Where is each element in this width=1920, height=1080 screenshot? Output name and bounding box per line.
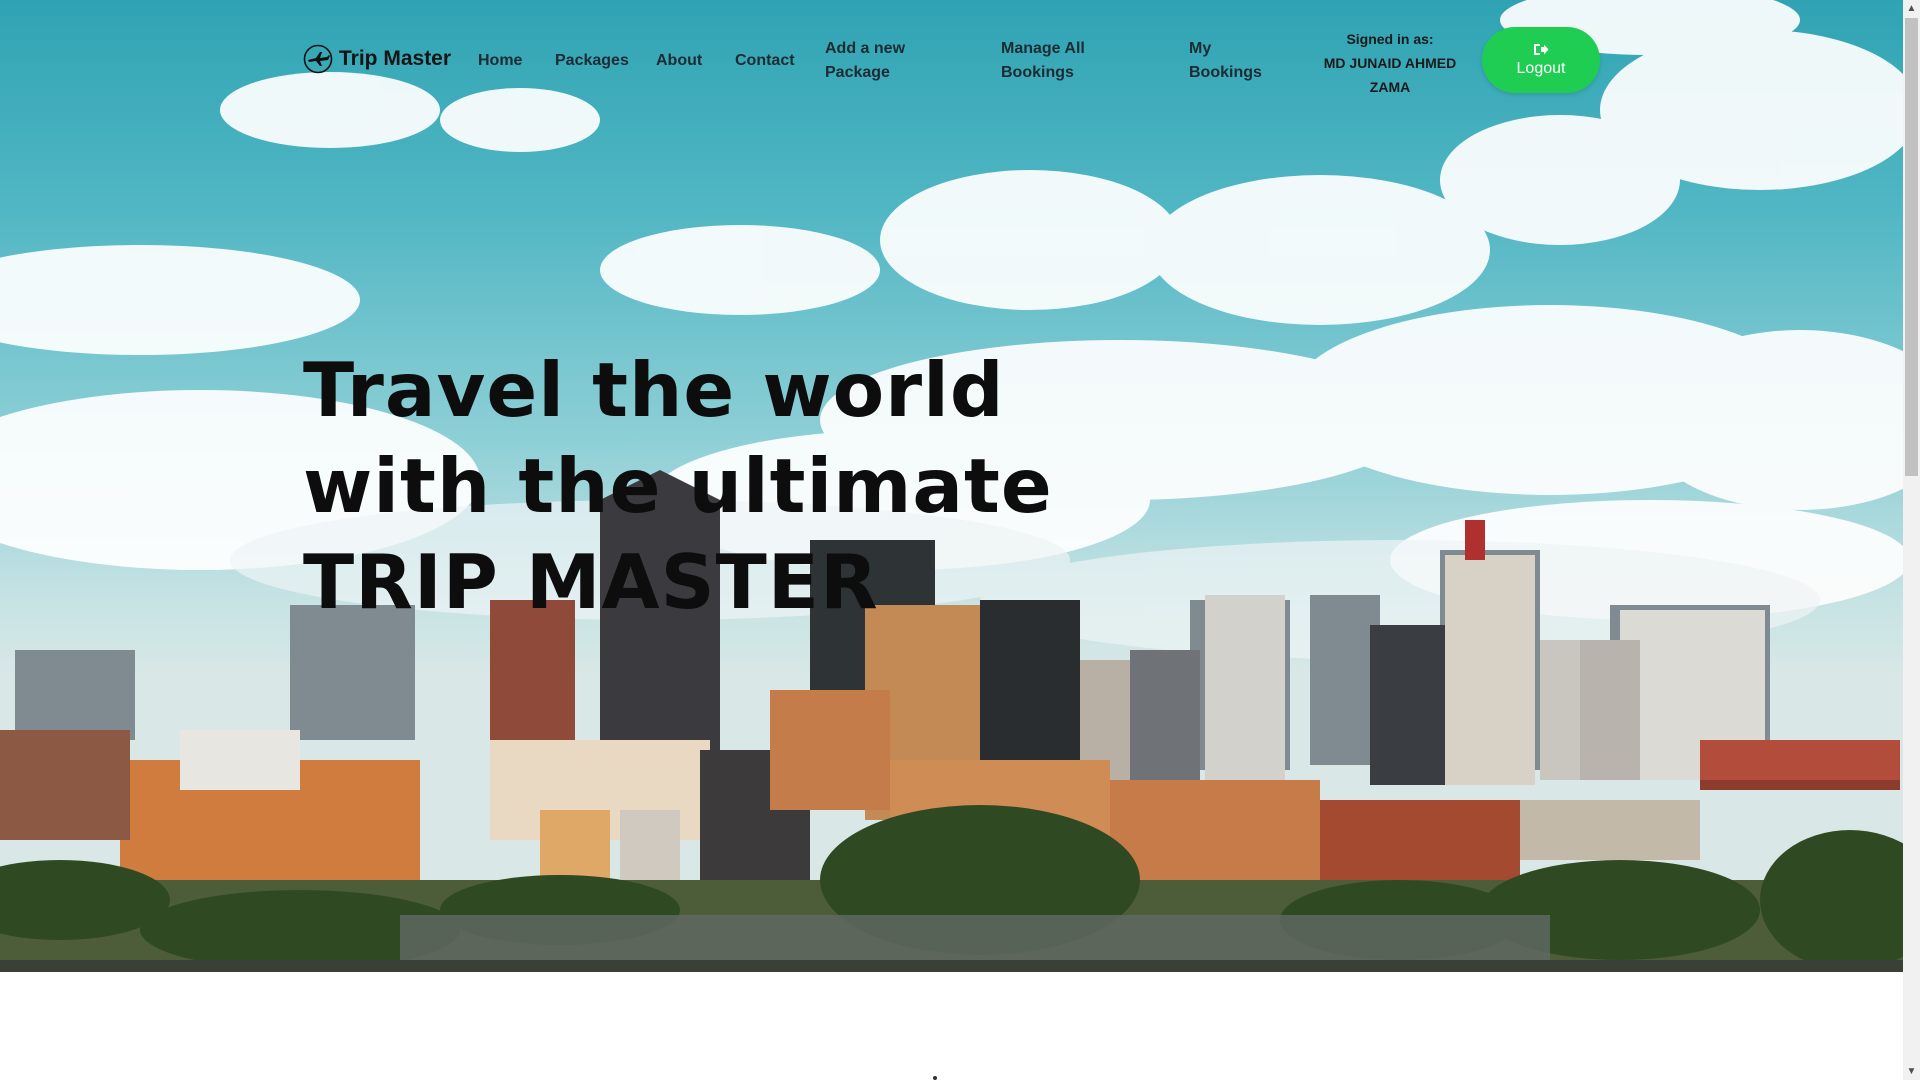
scroll-down-arrow-icon[interactable]: ▼ xyxy=(1903,1063,1920,1080)
nav-about-link[interactable]: About xyxy=(656,49,702,73)
brand-name: Trip Master xyxy=(339,47,452,70)
nav-packages-link[interactable]: Packages xyxy=(555,49,629,73)
signed-in-user: Signed in as: MD JUNAID AHMED ZAMA xyxy=(1310,27,1470,99)
hero-headline-line-1: Travel the world xyxy=(303,346,1005,434)
brand-logo-link[interactable]: Trip Master xyxy=(303,44,451,74)
hero-headline: Travel the world with the ultimate TRIP … xyxy=(303,342,1053,630)
hero-headline-line-3: TRIP MASTER xyxy=(303,538,879,626)
vertical-scrollbar[interactable]: ▲ ▼ xyxy=(1903,0,1920,1080)
airplane-icon xyxy=(303,44,333,74)
sign-out-icon xyxy=(1534,43,1549,55)
content-below-hero xyxy=(0,972,1903,1080)
logout-button[interactable]: Logout xyxy=(1482,27,1600,93)
logout-label: Logout xyxy=(1516,59,1566,77)
nav-home-link[interactable]: Home xyxy=(478,49,522,73)
nav-my-bookings-link[interactable]: My Bookings xyxy=(1189,37,1279,85)
scrollbar-thumb[interactable] xyxy=(1905,18,1918,476)
user-name: MD JUNAID AHMED ZAMA xyxy=(1323,55,1457,95)
signed-in-label: Signed in as: xyxy=(1346,31,1434,47)
scroll-up-arrow-icon[interactable]: ▲ xyxy=(1903,0,1920,17)
page-viewport: Trip Master Home Packages About Contact … xyxy=(0,0,1903,1080)
navbar: Trip Master Home Packages About Contact … xyxy=(0,0,1903,120)
hero-headline-line-2: with the ultimate xyxy=(303,442,1053,530)
nav-manage-bookings-link[interactable]: Manage All Bookings xyxy=(1001,37,1111,85)
nav-add-package-link[interactable]: Add a new Package xyxy=(825,37,935,85)
nav-contact-link[interactable]: Contact xyxy=(735,49,795,73)
content-peek-mark xyxy=(933,1076,937,1080)
